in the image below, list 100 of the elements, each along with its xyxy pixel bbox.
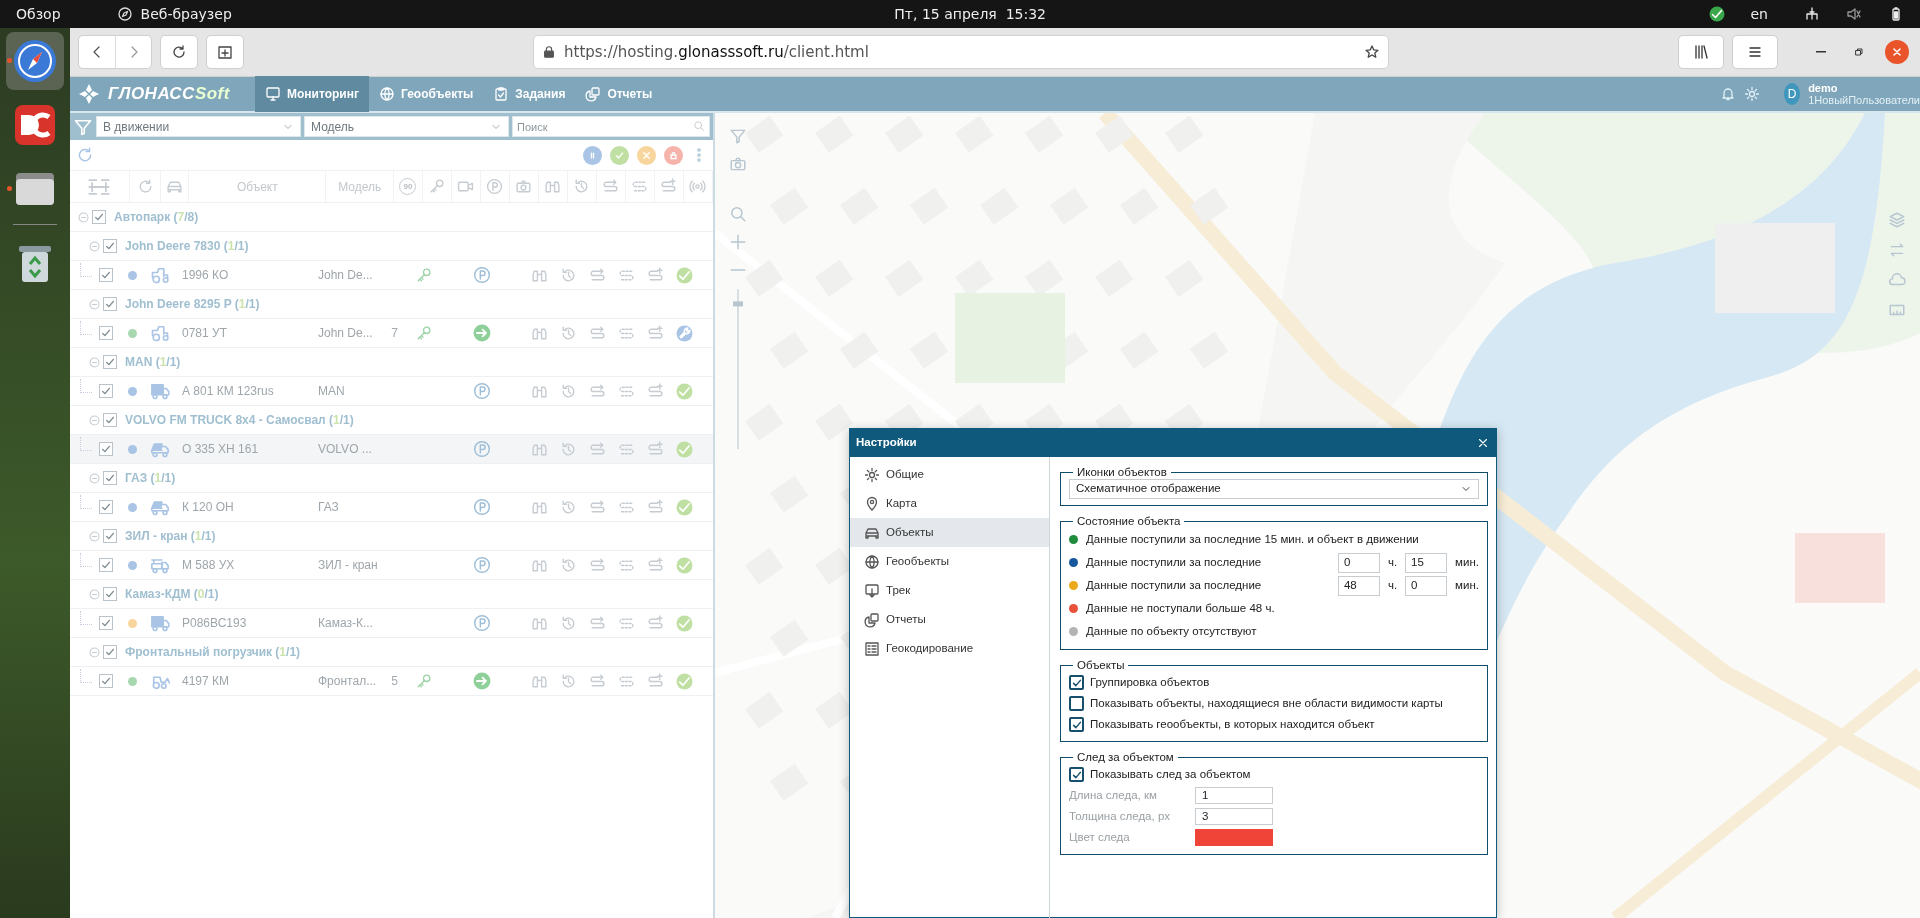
collapse-icon[interactable] (88, 413, 101, 427)
zoom-slider-thumb[interactable] (733, 301, 743, 307)
search-field[interactable]: Поиск (512, 116, 710, 137)
checkbox[interactable] (103, 471, 117, 485)
parking-icon[interactable] (486, 178, 504, 195)
hours-input[interactable]: 0 (1337, 552, 1380, 573)
notifications-icon[interactable] (1720, 86, 1736, 102)
option-label: Показывать объекты, находящиеся вне области видимости карты (1090, 695, 1443, 711)
library-button[interactable] (1678, 35, 1724, 69)
checkbox[interactable] (1069, 675, 1084, 690)
collapse-icon[interactable] (88, 529, 101, 543)
settings-nav-item[interactable]: Общие (850, 460, 1049, 489)
collapse-icon[interactable] (88, 239, 101, 253)
color-swatch[interactable] (1195, 829, 1273, 846)
close-button[interactable] (1885, 40, 1909, 64)
status-description: Данные поступили за последние (1086, 577, 1263, 593)
checkbox[interactable] (103, 297, 117, 311)
minutes-input[interactable]: 15 (1405, 552, 1448, 573)
checkbox[interactable] (99, 674, 113, 688)
checkbox[interactable] (103, 413, 117, 427)
collapse-icon[interactable] (77, 210, 90, 224)
option-label: Группировка объектов (1090, 674, 1210, 690)
option-label: Показывать геообъекты, в которых находится объект (1090, 716, 1375, 732)
menu-button[interactable] (1732, 35, 1778, 69)
history-icon[interactable] (560, 440, 577, 458)
checkbox[interactable] (99, 326, 113, 340)
checkbox[interactable] (99, 558, 113, 572)
history-icon[interactable] (560, 498, 577, 516)
filter-icon[interactable] (729, 127, 747, 145)
swap-arrows-icon[interactable] (1888, 241, 1906, 259)
search-icon[interactable] (729, 205, 747, 223)
clock[interactable]: Пт, 15 апреля 15:32 (894, 3, 1046, 25)
plate-number: 0781 УТ (182, 326, 227, 340)
checkbox[interactable] (99, 442, 113, 456)
collapse-icon[interactable] (88, 645, 101, 659)
key-icon[interactable] (428, 178, 446, 195)
tractor-icon (150, 323, 170, 343)
refresh-icon[interactable] (76, 146, 94, 164)
camera-icon[interactable] (515, 178, 533, 195)
keyboard-layout[interactable]: en (1750, 3, 1768, 25)
zoom-in-icon[interactable] (729, 233, 747, 251)
checkbox[interactable] (103, 529, 117, 543)
filter-select[interactable]: Модель (304, 116, 509, 137)
settings-icon[interactable] (1744, 86, 1760, 102)
checkbox[interactable] (103, 239, 117, 253)
checkbox[interactable] (99, 616, 113, 630)
app-menu[interactable]: Веб-браузер (140, 3, 232, 25)
filter-select[interactable]: В движении (96, 116, 301, 137)
signal-icon[interactable] (689, 178, 707, 195)
zoom-slider[interactable] (733, 289, 743, 449)
browser-icon[interactable] (12, 38, 58, 84)
close-button[interactable] (1476, 436, 1490, 450)
checkbox[interactable] (103, 587, 117, 601)
nav-tab[interactable]: Мониторинг (255, 76, 369, 112)
checkbox[interactable] (92, 210, 106, 224)
checkbox[interactable] (1069, 767, 1084, 782)
reload-icon (171, 44, 187, 60)
checkbox[interactable] (1069, 696, 1084, 711)
input-field[interactable]: 3 (1195, 808, 1273, 825)
reload-button[interactable] (160, 35, 198, 69)
status-filter-button[interactable] (637, 145, 656, 165)
hours-input[interactable]: 48 (1337, 575, 1380, 596)
settings-nav-item[interactable]: Геообъекты (850, 547, 1049, 576)
history-icon[interactable] (560, 614, 577, 632)
dock-item[interactable] (6, 32, 64, 90)
collapse-icon[interactable] (88, 587, 101, 601)
check-icon (104, 414, 116, 426)
bookmark-star-icon (1364, 44, 1380, 60)
collapse-icon[interactable] (88, 355, 101, 369)
status-filter-button[interactable] (610, 145, 629, 165)
minutes-input[interactable]: 0 (1405, 575, 1448, 596)
input-field[interactable]: 1 (1195, 787, 1273, 804)
history-icon[interactable] (560, 324, 577, 342)
checkbox[interactable] (99, 268, 113, 282)
checkbox[interactable] (103, 355, 117, 369)
status-filter-button[interactable] (583, 145, 602, 165)
layers-icon[interactable] (1888, 211, 1906, 229)
history-icon[interactable] (560, 556, 577, 574)
collapse-icon[interactable] (88, 471, 101, 485)
settings-nav-item[interactable]: Геокодирование (850, 634, 1049, 663)
status-filter-button[interactable] (664, 145, 683, 165)
history-icon[interactable] (560, 672, 577, 690)
activities-button[interactable]: Обзор (16, 3, 61, 25)
settings-nav-item[interactable]: Отчеты (850, 605, 1049, 634)
logo-text: ГЛОНАССSoft (108, 83, 230, 106)
collapse-icon[interactable] (88, 297, 101, 311)
checkbox[interactable] (103, 645, 117, 659)
new-tab-button[interactable] (206, 35, 244, 69)
history-icon[interactable] (560, 266, 577, 284)
camera-icon[interactable] (729, 155, 747, 173)
app-icon[interactable] (13, 103, 57, 147)
checkbox[interactable] (99, 384, 113, 398)
history-icon[interactable] (560, 382, 577, 400)
icon-style-select[interactable]: Схематичное отображение (1069, 479, 1479, 499)
settings-nav-item[interactable]: Карта (850, 489, 1049, 518)
checkbox[interactable] (99, 500, 113, 514)
address-bar[interactable]: https://hosting.glonasssoft.ru/client.html (533, 35, 1389, 69)
settings-nav-item[interactable]: Объекты (850, 518, 1049, 547)
checkbox[interactable] (1069, 717, 1084, 732)
settings-nav-item[interactable]: Трек (850, 576, 1049, 605)
